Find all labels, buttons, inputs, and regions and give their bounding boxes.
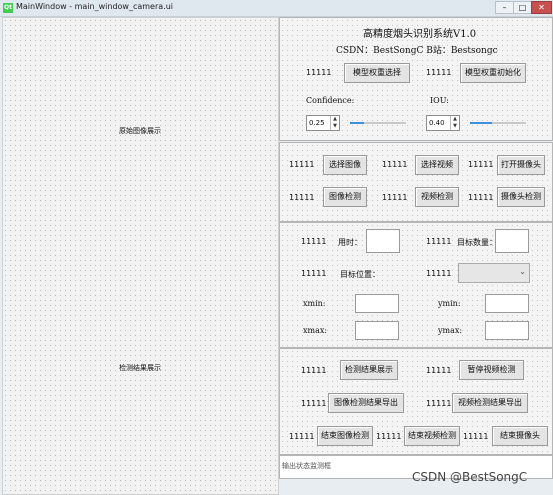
chevron-down-icon: ⌄ [519,267,526,276]
iou-value: 0.40 [429,119,445,127]
spin-up-icon[interactable]: ▲ [451,116,459,123]
source-label: 11111 [289,160,315,169]
app-title: 高精度烟头识别系统V1.0 [363,29,477,40]
target-position-select[interactable]: ⌄ [458,263,530,283]
confidence-spinbox[interactable]: 0.25 ▲ ▼ [306,115,340,131]
minimize-icon: – [502,3,507,12]
qt-app-icon: Qt [3,3,13,13]
time-label: 用时： [338,238,362,247]
ymax-label: ymax: [438,326,463,335]
image-detect-button[interactable]: 图像检测 [323,187,367,207]
position-select-status-label: 11111 [426,269,452,278]
count-label: 目标数量： [457,238,497,247]
select-image-button[interactable]: 选择图像 [323,155,367,175]
source-panel: 11111 选择图像 11111 选择视频 11111 打开摄像头 11111 … [279,142,553,222]
action-label: 11111 [376,432,402,441]
xmax-label: xmax: [303,326,328,335]
video-detect-button[interactable]: 视频检测 [415,187,459,207]
detect-label: 11111 [289,193,315,202]
select-video-button[interactable]: 选择视频 [415,155,459,175]
ymin-display [485,294,529,313]
minimize-button[interactable]: – [495,1,514,14]
maximize-button[interactable]: □ [513,1,532,14]
detection-info-panel: 11111 用时： 11111 目标数量： 11111 目标位置： 11111 … [279,222,553,348]
app-subtitle: CSDN：BestSongC B站：Bestsongc [336,46,498,56]
original-image-label: 原始图像展示 [119,127,161,135]
spin-arrows[interactable]: ▲ ▼ [330,116,339,130]
action-label: 11111 [301,366,327,375]
model-settings-panel: 高精度烟头识别系统V1.0 CSDN：BestSongC B站：Bestsong… [279,17,553,141]
action-label: 11111 [301,399,327,408]
spin-down-icon[interactable]: ▼ [451,123,459,130]
spin-down-icon[interactable]: ▼ [331,123,339,130]
position-status-label: 11111 [301,269,327,278]
stop-camera-button[interactable]: 结束摄像头 [492,426,548,446]
count-display [495,229,529,253]
maximize-icon: □ [518,3,527,12]
confidence-value: 0.25 [309,119,325,127]
xmin-display [355,294,399,313]
pause-video-button[interactable]: 暂停视频检测 [459,360,524,380]
stop-video-detect-button[interactable]: 结束视频检测 [404,426,460,446]
export-video-results-button[interactable]: 视频检测结果导出 [452,393,528,413]
iou-slider-fill [470,122,493,124]
init-weights-button[interactable]: 模型权重初始化 [460,63,526,83]
time-display [366,229,400,253]
detect-label: 11111 [382,193,408,202]
window-title: MainWindow - main_window_camera.ui [16,2,173,11]
actions-panel: 11111 检测结果展示 11111 暂停视频检测 11111 图像检测结果导出… [279,348,553,455]
ymax-display [485,321,529,340]
detection-result-label: 检测结果展示 [119,364,161,372]
action-label: 11111 [463,432,489,441]
confidence-label: Confidence: [306,96,355,105]
init-status-label: 11111 [426,68,452,77]
spin-arrows[interactable]: ▲ ▼ [450,116,459,130]
xmin-label: xmin: [303,299,326,308]
iou-slider[interactable] [470,122,526,124]
image-display-pane: 原始图像展示 检测结果展示 [2,17,279,495]
open-camera-button[interactable]: 打开摄像头 [497,155,545,175]
stop-image-detect-button[interactable]: 结束图像检测 [317,426,373,446]
count-status-label: 11111 [426,237,452,246]
spin-up-icon[interactable]: ▲ [331,116,339,123]
close-button[interactable]: ✕ [531,1,552,14]
weights-status-label: 11111 [306,68,332,77]
show-results-button[interactable]: 检测结果展示 [340,360,398,380]
iou-spinbox[interactable]: 0.40 ▲ ▼ [426,115,460,131]
source-label: 11111 [382,160,408,169]
action-label: 11111 [426,366,452,375]
action-label: 11111 [289,432,315,441]
position-label: 目标位置： [340,270,380,279]
detect-label: 11111 [468,193,494,202]
xmax-display [355,321,399,340]
iou-label: IOU: [430,96,449,105]
window-titlebar[interactable]: Qt MainWindow - main_window_camera.ui – … [0,0,553,17]
confidence-slider[interactable] [350,122,406,124]
status-placeholder: 输出状态监测框 [282,462,331,470]
action-label: 11111 [426,399,452,408]
camera-detect-button[interactable]: 摄像头检测 [497,187,545,207]
close-icon: ✕ [538,3,545,12]
select-weights-button[interactable]: 模型权重选择 [344,63,410,83]
export-image-results-button[interactable]: 图像检测结果导出 [328,393,404,413]
ymin-label: ymin: [438,299,461,308]
source-label: 11111 [468,160,494,169]
time-status-label: 11111 [301,237,327,246]
watermark-text: CSDN @BestSongC [412,470,528,484]
confidence-slider-fill [350,122,364,124]
